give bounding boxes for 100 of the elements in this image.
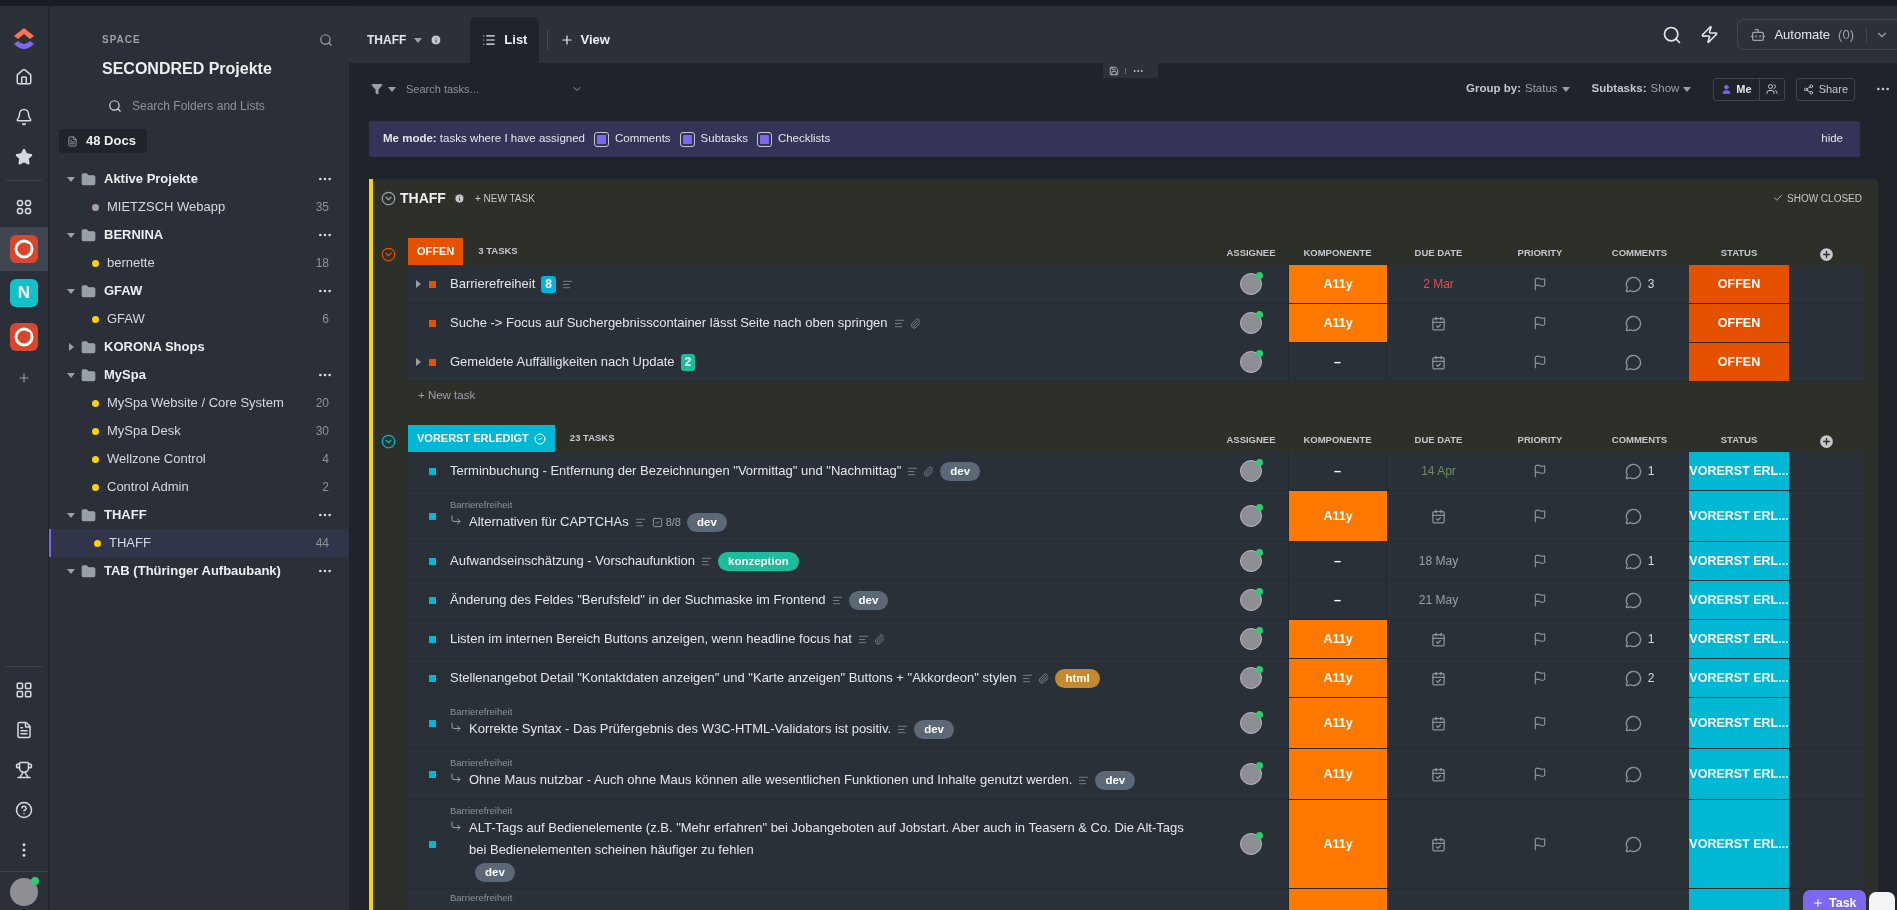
- calendar-icon[interactable]: [1431, 508, 1446, 524]
- folder-name[interactable]: GFAW: [104, 281, 143, 301]
- assignee-avatar[interactable]: [1240, 312, 1262, 334]
- komponente-cell[interactable]: –: [1288, 542, 1387, 580]
- priority-flag-icon[interactable]: [1533, 355, 1547, 369]
- priority-flag-icon[interactable]: [1533, 554, 1547, 568]
- column-header[interactable]: STATUS: [1689, 432, 1789, 452]
- expand-icon[interactable]: [414, 280, 422, 288]
- task-search-field[interactable]: Search tasks...: [406, 80, 571, 98]
- list-item[interactable]: MySpa Website / Core System 20: [49, 389, 349, 417]
- parent-task-label[interactable]: Barrierefreiheit: [450, 498, 513, 511]
- search-icon[interactable]: [1662, 24, 1683, 45]
- list-item[interactable]: Control Admin 2: [49, 473, 349, 501]
- parent-task-label[interactable]: Barrierefreiheit: [450, 757, 513, 769]
- app-logo[interactable]: [12, 26, 36, 52]
- folder-name[interactable]: MySpa: [104, 365, 146, 385]
- column-header[interactable]: ASSIGNEE: [1214, 432, 1288, 452]
- notifications-icon[interactable]: [15, 108, 33, 126]
- caret-icon[interactable]: [67, 511, 75, 519]
- status-square[interactable]: [429, 557, 436, 565]
- task-name[interactable]: Terminbuchung - Entfernung der Bezeichnungen "Vormittag" und "Nachmittag": [450, 460, 902, 482]
- comment-icon[interactable]: [1624, 314, 1642, 332]
- assignee-avatar[interactable]: [1240, 667, 1262, 689]
- new-task-button[interactable]: Task: [1803, 890, 1866, 910]
- home-icon[interactable]: [15, 68, 33, 86]
- people-icon[interactable]: [1765, 83, 1778, 95]
- apps-widget[interactable]: [1869, 892, 1895, 910]
- calendar-icon[interactable]: [1431, 354, 1446, 370]
- info-icon[interactable]: [430, 34, 443, 46]
- task-name[interactable]: Aufwandseinschätzung - Vorschaufunktion: [450, 550, 695, 572]
- dashboard-icon[interactable]: [15, 681, 33, 699]
- priority-flag-icon[interactable]: [1533, 509, 1547, 523]
- due-date[interactable]: 14 Apr: [1421, 462, 1456, 480]
- star-icon[interactable]: [15, 148, 33, 166]
- parent-task-label[interactable]: Barrierefreiheit: [450, 706, 513, 718]
- list-item[interactable]: MySpa Desk 30: [49, 417, 349, 445]
- comment-icon[interactable]: [1624, 275, 1642, 293]
- task-name[interactable]: Ohne Maus nutzbar - Auch ohne Maus können alle wesentlichen Funktionen und Inhalte genutzt werden.: [469, 769, 1073, 791]
- hide-link[interactable]: hide: [1821, 130, 1843, 148]
- group-by-dropdown[interactable]: Group by: Status: [1466, 80, 1570, 98]
- list-title[interactable]: THAFF: [367, 31, 407, 49]
- folder-name[interactable]: BERNINA: [104, 225, 164, 245]
- list-item[interactable]: GFAW 6: [49, 305, 349, 333]
- collapse-icon[interactable]: [381, 434, 396, 449]
- assignee-avatar[interactable]: [1240, 273, 1262, 295]
- subtasks-dropdown[interactable]: Subtasks: Show: [1591, 80, 1692, 98]
- column-header[interactable]: DUE DATE: [1387, 245, 1490, 265]
- task-name[interactable]: Suche -> Focus auf Suchergebnisscontainer lässt Seite nach oben springen: [450, 312, 888, 334]
- status-square[interactable]: [429, 840, 436, 848]
- comment-icon[interactable]: [1624, 353, 1642, 371]
- trophy-icon[interactable]: [15, 761, 33, 779]
- option-checkbox[interactable]: [679, 131, 695, 147]
- tag[interactable]: dev: [475, 863, 515, 883]
- assignee-avatar[interactable]: [1240, 763, 1262, 785]
- status-square[interactable]: [429, 635, 436, 643]
- status-square[interactable]: [429, 280, 436, 288]
- checklist-count[interactable]: 8/8: [665, 516, 681, 529]
- tag[interactable]: dev: [914, 720, 954, 740]
- column-header[interactable]: COMMENTS: [1590, 432, 1689, 452]
- list-item[interactable]: bernette 18: [49, 249, 349, 277]
- priority-flag-icon[interactable]: [1533, 632, 1547, 646]
- column-header[interactable]: KOMPONENTE: [1288, 432, 1387, 452]
- assignee-avatar[interactable]: [1240, 589, 1262, 611]
- comment-icon[interactable]: [1624, 835, 1642, 853]
- priority-flag-icon[interactable]: [1533, 593, 1547, 607]
- priority-flag-icon[interactable]: [1533, 464, 1547, 478]
- parent-task-label[interactable]: Barrierefreiheit: [450, 805, 513, 817]
- status-square[interactable]: [429, 512, 436, 520]
- list-item[interactable]: Wellzone Control 4: [49, 445, 349, 473]
- comment-icon[interactable]: [1624, 462, 1642, 480]
- priority-flag-icon[interactable]: [1533, 671, 1547, 685]
- new-task-link[interactable]: + New task: [418, 386, 476, 405]
- show-closed-button[interactable]: SHOW CLOSED: [1773, 190, 1862, 206]
- share-button[interactable]: Share: [1795, 77, 1855, 101]
- option-label[interactable]: Comments: [615, 130, 671, 148]
- komponente-cell[interactable]: –: [1288, 581, 1387, 619]
- space-logo[interactable]: [10, 323, 38, 351]
- priority-flag-icon[interactable]: [1533, 277, 1547, 291]
- folder-name[interactable]: THAFF: [104, 505, 147, 525]
- task-name[interactable]: Listen im internen Bereich Buttons anzeigen, wenn headline focus hat: [450, 628, 852, 650]
- automate-button[interactable]: Automate (0): [1737, 19, 1897, 50]
- caret-icon[interactable]: [414, 36, 423, 44]
- caret-icon[interactable]: [388, 85, 396, 93]
- priority-flag-icon[interactable]: [1533, 716, 1547, 730]
- folder-name[interactable]: TAB (Thüringer Aufbaubank): [104, 561, 281, 581]
- column-header[interactable]: KOMPONENTE: [1288, 245, 1387, 265]
- caret-icon[interactable]: [67, 231, 75, 239]
- komponente-cell[interactable]: –: [1288, 343, 1387, 381]
- caret-icon[interactable]: [1561, 85, 1570, 93]
- new-task-button[interactable]: + NEW TASK: [474, 190, 535, 206]
- column-header[interactable]: PRIORITY: [1490, 432, 1590, 452]
- comment-icon[interactable]: [1624, 765, 1642, 783]
- assignee-avatar[interactable]: [1240, 712, 1262, 734]
- comment-icon[interactable]: [1624, 552, 1642, 570]
- status-square[interactable]: [429, 596, 436, 604]
- add-space-icon[interactable]: [17, 371, 31, 385]
- status-square[interactable]: [429, 770, 436, 778]
- option-label[interactable]: Subtasks: [700, 130, 748, 148]
- tag[interactable]: dev: [1095, 771, 1136, 791]
- status-square[interactable]: [429, 319, 436, 327]
